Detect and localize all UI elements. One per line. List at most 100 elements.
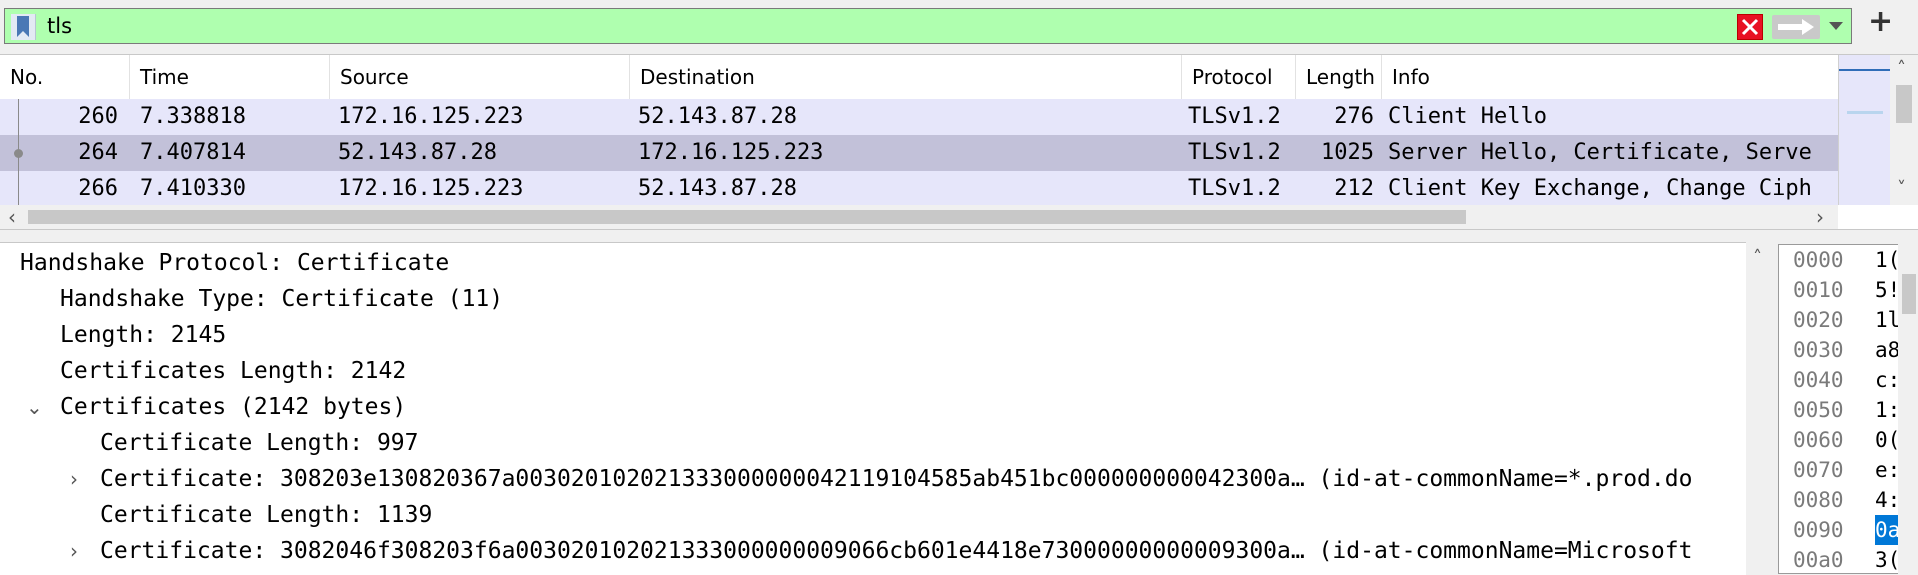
packet-time: 7.410330 <box>140 176 246 201</box>
hex-row: 0050 1: <box>1793 395 1900 425</box>
hex-offset: 0040 <box>1793 368 1844 392</box>
packet-destination: 172.16.125.223 <box>638 140 824 165</box>
packet-protocol: TLSv1.2 <box>1188 176 1281 201</box>
packet-info: Client Hello <box>1388 104 1547 129</box>
hex-row: 0040 c: <box>1793 365 1900 395</box>
hex-offset: 0060 <box>1793 428 1844 452</box>
tree-item-certificate-length[interactable]: Certificate Length: 997 <box>100 425 419 461</box>
packet-protocol: TLSv1.2 <box>1188 140 1281 165</box>
packet-row[interactable]: 260 7.338818 172.16.125.223 52.143.87.28… <box>0 99 1838 135</box>
packet-row[interactable]: 266 7.410330 172.16.125.223 52.143.87.28… <box>0 171 1838 207</box>
packet-source: 52.143.87.28 <box>338 140 497 165</box>
chevron-up-icon[interactable]: ˄ <box>1753 249 1765 267</box>
add-filter-button[interactable]: + <box>1868 7 1893 37</box>
column-header-destination[interactable]: Destination <box>630 55 1182 99</box>
packet-list-header: No. Time Source Destination Protocol Len… <box>0 55 1838 99</box>
hex-row: 0070 e: <box>1793 455 1900 485</box>
packet-protocol: TLSv1.2 <box>1188 104 1281 129</box>
bookmark-icon[interactable] <box>11 14 36 40</box>
display-filter-input-box[interactable]: tls <box>4 8 1852 44</box>
scrollbar-thumb[interactable] <box>1896 85 1912 123</box>
hex-byte[interactable]: 0( <box>1875 425 1900 455</box>
packet-length: 276 <box>1334 104 1374 129</box>
packet-info: Server Hello, Certificate, Serve <box>1388 140 1812 165</box>
tree-item-handshake-protocol[interactable]: Handshake Protocol: Certificate <box>20 245 449 281</box>
hex-row: 0090 0a <box>1793 515 1901 545</box>
related-packet-dot-icon <box>14 149 23 158</box>
hex-byte[interactable]: 1( <box>1875 245 1900 275</box>
column-header-length[interactable]: Length <box>1296 55 1382 99</box>
hex-byte[interactable]: c: <box>1875 365 1900 395</box>
bytes-vertical-scrollbar[interactable] <box>1898 244 1918 574</box>
packet-info: Client Key Exchange, Change Ciph <box>1388 176 1812 201</box>
hex-byte[interactable]: 1: <box>1875 395 1900 425</box>
packet-list-vertical-scrollbar[interactable]: ˄ ˅ <box>1890 55 1918 205</box>
packet-length: 1025 <box>1321 140 1374 165</box>
chevron-up-icon[interactable]: ˄ <box>1897 60 1909 78</box>
tree-item-certificate[interactable]: Certificate: 3082046f308203f6a0030201020… <box>100 533 1730 569</box>
column-header-no[interactable]: No. <box>0 55 130 99</box>
hex-offset: 00a0 <box>1793 548 1844 572</box>
tree-item-certificates-length[interactable]: Certificates Length: 2142 <box>60 353 406 389</box>
hex-offset: 0090 <box>1793 518 1844 542</box>
hex-byte[interactable]: 4: <box>1875 485 1900 515</box>
hex-row: 00a0 3( <box>1793 545 1900 575</box>
column-header-time[interactable]: Time <box>130 55 330 99</box>
hex-byte[interactable]: 5! <box>1875 275 1900 305</box>
hex-byte[interactable]: 1l <box>1875 305 1900 335</box>
packet-no: 266 <box>78 176 118 201</box>
packet-details-tree: Handshake Protocol: Certificate Handshak… <box>0 242 1746 575</box>
packet-list: No. Time Source Destination Protocol Len… <box>0 54 1918 230</box>
chevron-right-icon[interactable]: › <box>1816 206 1824 228</box>
packet-time: 7.338818 <box>140 104 246 129</box>
hex-offset: 0050 <box>1793 398 1844 422</box>
column-header-protocol[interactable]: Protocol <box>1182 55 1296 99</box>
minimap-current-marker <box>1839 69 1891 71</box>
column-header-info[interactable]: Info <box>1382 55 1838 99</box>
hex-byte[interactable]: 3( <box>1875 545 1900 575</box>
chevron-down-icon[interactable]: ⌄ <box>26 389 43 425</box>
hex-offset: 0010 <box>1793 278 1844 302</box>
hex-offset: 0020 <box>1793 308 1844 332</box>
packet-bytes-pane: 0000 1( 0010 5! 0020 1l 0030 a8 0040 c: 0050 1… <box>1774 242 1918 574</box>
display-filter-toolbar: tls + <box>0 0 1918 54</box>
tree-item-certificate-length[interactable]: Certificate Length: 1139 <box>100 497 432 533</box>
hex-byte[interactable]: e: <box>1875 455 1900 485</box>
chevron-down-icon[interactable]: ˅ <box>1897 180 1909 198</box>
scrollbar-thumb[interactable] <box>28 210 1466 224</box>
chevron-right-icon[interactable]: › <box>70 461 78 497</box>
hex-byte[interactable]: a8 <box>1875 335 1900 365</box>
tree-item-certificate[interactable]: Certificate: 308203e130820367a0030201020… <box>100 461 1730 497</box>
packet-bytes-view[interactable]: 0000 1( 0010 5! 0020 1l 0030 a8 0040 c: 0050 1… <box>1778 244 1918 574</box>
column-header-source[interactable]: Source <box>330 55 630 99</box>
packet-minimap[interactable] <box>1838 55 1891 205</box>
hex-offset: 0080 <box>1793 488 1844 512</box>
packet-no: 264 <box>78 140 118 165</box>
minimap-selection-marker <box>1847 111 1883 114</box>
packet-no: 260 <box>78 104 118 129</box>
packet-source: 172.16.125.223 <box>338 104 524 129</box>
arrow-right-icon[interactable] <box>1772 15 1820 39</box>
close-icon[interactable] <box>1737 14 1763 40</box>
hex-row: 0030 a8 <box>1793 335 1900 365</box>
chevron-down-icon[interactable] <box>1829 22 1843 30</box>
hex-byte-selected[interactable]: 0a <box>1875 515 1901 545</box>
packet-destination: 52.143.87.28 <box>638 176 797 201</box>
tree-item-handshake-type[interactable]: Handshake Type: Certificate (11) <box>60 281 503 317</box>
packet-source: 172.16.125.223 <box>338 176 524 201</box>
details-vertical-scrollbar[interactable]: ˄ <box>1746 242 1774 574</box>
packet-list-horizontal-scrollbar[interactable]: ‹ › <box>0 205 1838 229</box>
tree-item-certificates[interactable]: Certificates (2142 bytes) <box>60 389 406 425</box>
chevron-left-icon[interactable]: ‹ <box>8 206 16 228</box>
display-filter-input[interactable]: tls <box>47 13 72 39</box>
hex-offset: 0030 <box>1793 338 1844 362</box>
packet-time: 7.407814 <box>140 140 246 165</box>
scrollbar-thumb[interactable] <box>1902 274 1916 314</box>
chevron-right-icon[interactable]: › <box>70 533 78 569</box>
hex-row: 0010 5! <box>1793 275 1900 305</box>
packet-length: 212 <box>1334 176 1374 201</box>
tree-item-length[interactable]: Length: 2145 <box>60 317 226 353</box>
hex-row: 0000 1( <box>1793 245 1900 275</box>
packet-row-selected[interactable]: 264 7.407814 52.143.87.28 172.16.125.223… <box>0 135 1838 171</box>
hex-row: 0020 1l <box>1793 305 1900 335</box>
